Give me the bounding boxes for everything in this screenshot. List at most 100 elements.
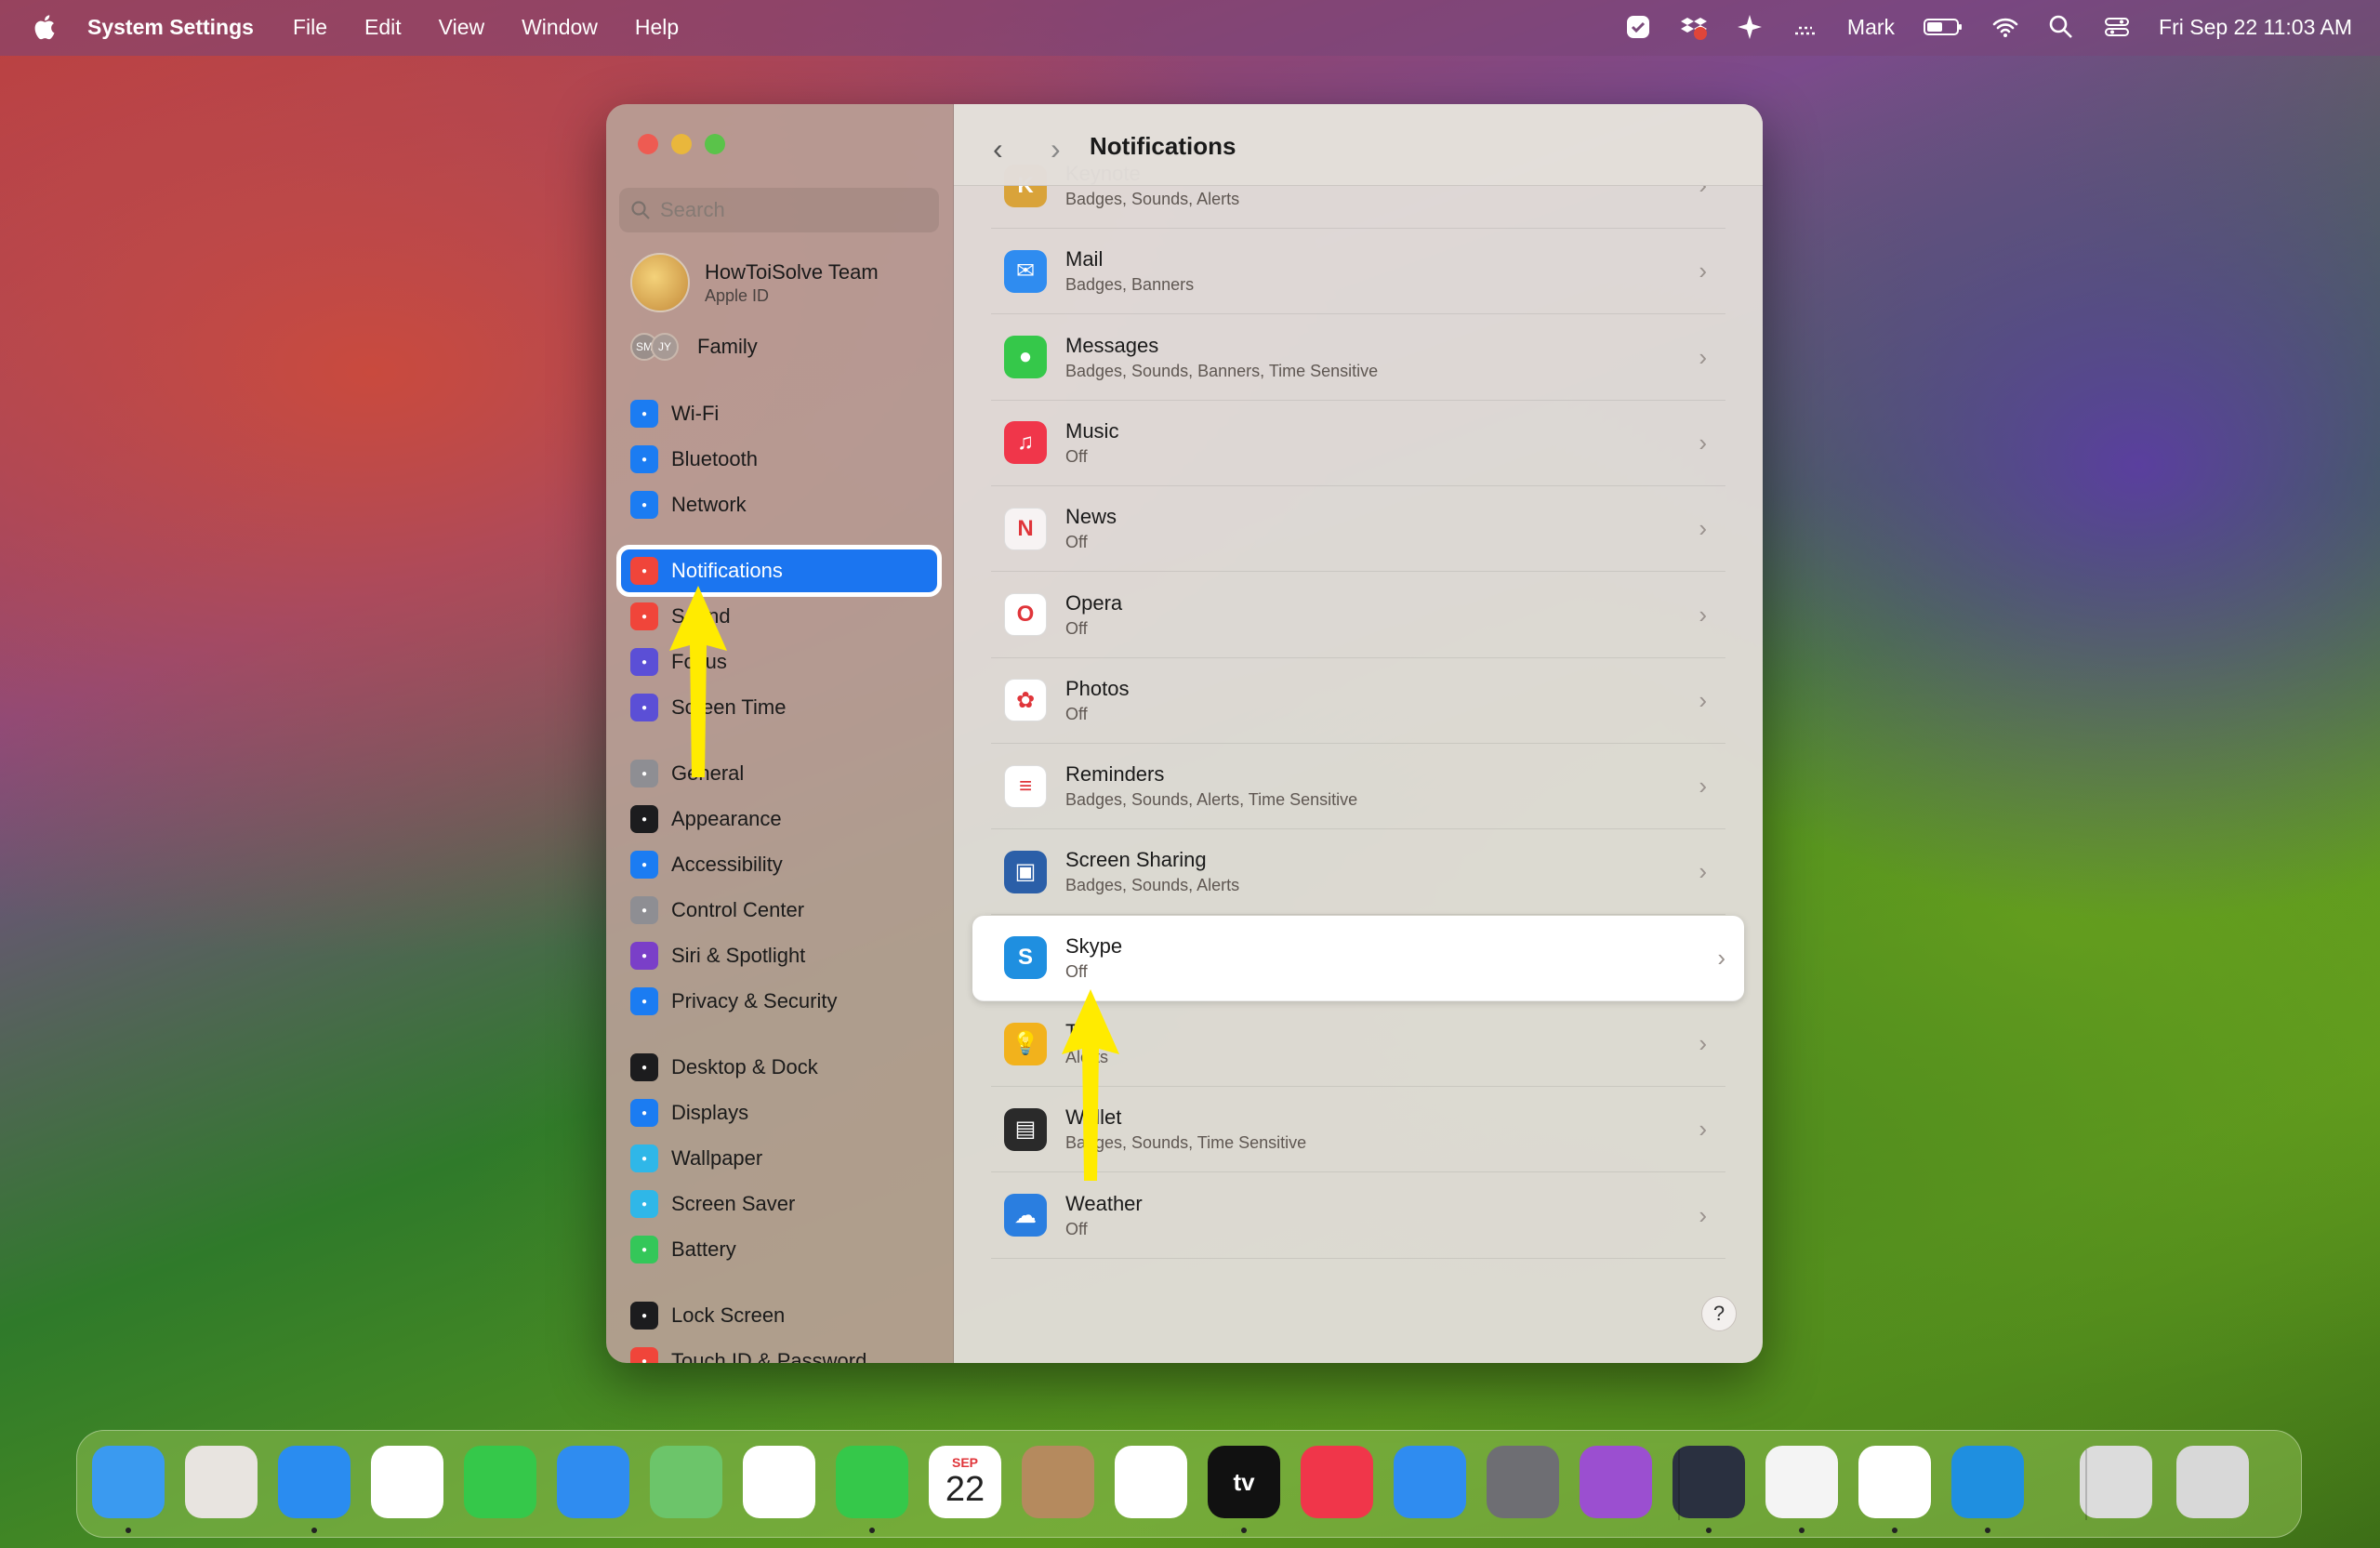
tv-icon[interactable]: tv: [1208, 1446, 1280, 1518]
downloads-folder-icon[interactable]: [2080, 1446, 2152, 1518]
app-name: Weather: [1065, 1191, 1143, 1215]
menu-window[interactable]: Window: [522, 15, 598, 40]
search-field[interactable]: [619, 188, 939, 232]
sidebar-item-lock-screen[interactable]: ● Lock Screen: [621, 1294, 937, 1337]
opera-icon[interactable]: [371, 1446, 443, 1518]
app-store-icon[interactable]: [1394, 1446, 1466, 1518]
app-row-screen-sharing[interactable]: ▣ Screen Sharing Badges, Sounds, Alerts ›: [991, 829, 1726, 916]
finder-icon[interactable]: [92, 1446, 165, 1518]
hourglass-icon: ●: [630, 694, 658, 721]
app-row-reminders[interactable]: ≡ Reminders Badges, Sounds, Alerts, Time S…: [991, 744, 1726, 830]
sidebar-item-appearance[interactable]: ● Appearance: [621, 798, 937, 840]
contacts-icon[interactable]: [1022, 1446, 1094, 1518]
system-settings-icon[interactable]: [1487, 1446, 1559, 1518]
menu-clock[interactable]: Fri Sep 22 11:03 AM: [2159, 15, 2352, 40]
apple-id-profile[interactable]: HowToiSolve Team Apple ID: [630, 253, 879, 312]
wifi-icon[interactable]: [1991, 13, 2019, 41]
checkmark-shield-icon[interactable]: [1624, 13, 1652, 41]
menu-help[interactable]: Help: [635, 15, 679, 40]
app-row-messages[interactable]: ● Messages Badges, Sounds, Banners, Time S…: [991, 315, 1726, 401]
help-button[interactable]: ?: [1701, 1296, 1737, 1331]
battery-icon[interactable]: [1923, 13, 1964, 41]
profile-name: HowToiSolve Team: [705, 259, 879, 284]
menu-user-name[interactable]: Mark: [1847, 15, 1895, 40]
zoom-window-button[interactable]: [705, 134, 725, 154]
feedback-icon[interactable]: [1580, 1446, 1652, 1518]
sidebar-item-siri-spotlight[interactable]: ● Siri & Spotlight: [621, 934, 937, 977]
running-indicator: [1985, 1528, 1990, 1533]
forward-button[interactable]: ›: [1051, 132, 1061, 166]
menu-file[interactable]: File: [293, 15, 327, 40]
app-row-news[interactable]: N News Off ›: [991, 486, 1726, 573]
photos-icon[interactable]: [743, 1446, 815, 1518]
chrome-icon[interactable]: [1858, 1446, 1931, 1518]
sidebar-item-network[interactable]: ● Network: [621, 483, 937, 526]
sidebar-item-label: Siri & Spotlight: [671, 944, 806, 967]
sidebar-item-wi-fi[interactable]: ● Wi-Fi: [621, 392, 937, 435]
quicktime-icon[interactable]: [1673, 1446, 1745, 1518]
app-row-opera[interactable]: O Opera Off ›: [991, 573, 1726, 658]
spotlight-search-icon[interactable]: [2047, 13, 2075, 41]
app-row-mail[interactable]: ✉ Mail Badges, Banners ›: [991, 229, 1726, 315]
bluetooth-icon: ●: [630, 445, 658, 473]
page-title: Notifications: [1090, 132, 1236, 160]
app-row-text: News Off: [1065, 505, 1117, 552]
maps-icon[interactable]: [650, 1446, 722, 1518]
app-name: Mail: [1065, 247, 1104, 271]
dock: SEP 22 tv: [76, 1430, 2302, 1538]
screen-sharing-icon: ▣: [1004, 850, 1047, 893]
app-row-photos[interactable]: ✿ Photos Off ›: [991, 658, 1726, 744]
sidebar-item-battery[interactable]: ● Battery: [621, 1228, 937, 1271]
app-name: Screen Sharing: [1065, 848, 1207, 872]
reminders-icon: ≡: [1004, 764, 1047, 808]
app-row-weather[interactable]: ☁ Weather Off ›: [991, 1173, 1726, 1259]
trash-icon[interactable]: [2176, 1446, 2249, 1518]
safari-icon[interactable]: [278, 1446, 350, 1518]
calendar-month: SEP: [951, 1454, 978, 1470]
back-button[interactable]: ‹: [993, 132, 1003, 166]
system-settings-window: HowToiSolve Team Apple ID SM JY Family ●…: [606, 104, 1763, 1363]
reminders-icon[interactable]: [1115, 1446, 1187, 1518]
menu-view[interactable]: View: [439, 15, 484, 40]
flower-icon: ●: [630, 1144, 658, 1172]
sidebar-item-displays[interactable]: ● Displays: [621, 1092, 937, 1134]
messages-icon[interactable]: [464, 1446, 536, 1518]
launchpad-icon[interactable]: [185, 1446, 258, 1518]
minimize-window-button[interactable]: [671, 134, 692, 154]
search-input[interactable]: [660, 198, 920, 222]
skype-icon[interactable]: [1951, 1446, 2024, 1518]
toolbar: ‹ › Notifications: [954, 104, 1763, 186]
weather-icon: ☁: [1004, 1194, 1047, 1237]
calendar-icon[interactable]: SEP 22: [929, 1446, 1001, 1518]
sidebar-item-wallpaper[interactable]: ● Wallpaper: [621, 1137, 937, 1180]
sidebar-item-label: Lock Screen: [671, 1303, 786, 1327]
freeform-icon[interactable]: [1765, 1446, 1838, 1518]
chevron-right-icon: ›: [1699, 257, 1707, 285]
sidebar-item-family[interactable]: SM JY Family: [630, 333, 758, 361]
menu-edit[interactable]: Edit: [364, 15, 402, 40]
sidebar-item-accessibility[interactable]: ● Accessibility: [621, 843, 937, 886]
wallet-icon: ▤: [1004, 1107, 1047, 1151]
close-window-button[interactable]: [638, 134, 658, 154]
app-name: Messages: [1065, 333, 1159, 357]
control-center-icon[interactable]: [2103, 13, 2131, 41]
sidebar-item-bluetooth[interactable]: ● Bluetooth: [621, 438, 937, 481]
sidebar-item-screen-saver[interactable]: ● Screen Saver: [621, 1183, 937, 1225]
app-row-music[interactable]: ♫ Music Off ›: [991, 401, 1726, 486]
spinner-icon[interactable]: [1792, 13, 1819, 41]
sidebar-item-desktop-dock[interactable]: ● Desktop & Dock: [621, 1046, 937, 1089]
mail-icon[interactable]: [557, 1446, 629, 1518]
photos-icon: ✿: [1004, 679, 1047, 722]
sidebar-item-privacy-security[interactable]: ● Privacy & Security: [621, 980, 937, 1023]
sidebar-item-touch-id-password[interactable]: ● Touch ID & Password: [621, 1340, 937, 1363]
sparkle-icon[interactable]: [1736, 13, 1764, 41]
sidebar-item-label: Displays: [671, 1101, 749, 1124]
app-name: Opera: [1065, 590, 1123, 615]
menu-app-name[interactable]: System Settings: [87, 15, 254, 40]
apple-logo-icon[interactable]: [32, 13, 56, 41]
chevron-right-icon: ›: [1699, 514, 1707, 543]
dropbox-icon[interactable]: [1680, 13, 1708, 41]
music-icon[interactable]: [1301, 1446, 1373, 1518]
facetime-icon[interactable]: [836, 1446, 908, 1518]
sidebar-item-control-center[interactable]: ● Control Center: [621, 889, 937, 932]
